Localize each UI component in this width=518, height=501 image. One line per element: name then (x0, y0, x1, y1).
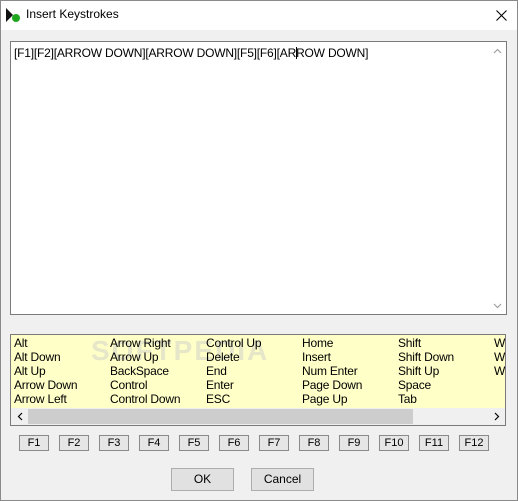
list-item[interactable] (491, 378, 505, 392)
cancel-button[interactable]: Cancel (251, 468, 314, 491)
list-item[interactable]: Control (107, 378, 203, 392)
f5-button[interactable]: F5 (179, 435, 209, 451)
f6-button[interactable]: F6 (219, 435, 249, 451)
list-item[interactable]: W (491, 364, 505, 378)
list-item[interactable]: Control Up (203, 336, 299, 350)
list-item[interactable]: Delete (203, 350, 299, 364)
scroll-right-arrow-icon[interactable] (488, 408, 505, 425)
editor-text-after-caret: ROW DOWN] (296, 46, 369, 60)
keylist-column-6: W W W (491, 336, 505, 406)
keystroke-editor[interactable]: [F1][F2][ARROW DOWN][ARROW DOWN][F5][F6]… (10, 41, 507, 315)
list-item[interactable]: Shift Up (395, 364, 491, 378)
keylist-column-3: Control Up Delete End Enter ESC (203, 336, 299, 406)
f12-button[interactable]: F12 (459, 435, 489, 451)
f7-button[interactable]: F7 (259, 435, 289, 451)
keylist-column-4: Home Insert Num Enter Page Down Page Up (299, 336, 395, 406)
editor-text-before-caret: [F1][F2][ARROW DOWN][ARROW DOWN][F5][F6]… (14, 46, 297, 60)
list-item[interactable]: Arrow Right (107, 336, 203, 350)
scroll-left-arrow-icon[interactable] (11, 408, 28, 425)
list-item[interactable] (491, 392, 505, 406)
f9-button[interactable]: F9 (339, 435, 369, 451)
scroll-up-arrow-icon[interactable] (489, 42, 506, 59)
editor-vertical-scrollbar[interactable] (489, 42, 506, 314)
list-item[interactable]: W (491, 336, 505, 350)
f2-button[interactable]: F2 (59, 435, 89, 451)
ok-button[interactable]: OK (171, 468, 234, 491)
list-item[interactable]: Insert (299, 350, 395, 364)
list-item[interactable]: Control Down (107, 392, 203, 406)
keystroke-list[interactable]: SOFTPEDIA Alt Alt Down Alt Up Arrow Down… (10, 334, 506, 426)
list-item[interactable]: Space (395, 378, 491, 392)
list-item[interactable]: Arrow Up (107, 350, 203, 364)
keylist-column-1: Alt Alt Down Alt Up Arrow Down Arrow Lef… (11, 336, 107, 406)
list-item[interactable]: ESC (203, 392, 299, 406)
f3-button[interactable]: F3 (99, 435, 129, 451)
list-item[interactable]: W (491, 350, 505, 364)
f1-button[interactable]: F1 (19, 435, 49, 451)
keylist-column-2: Arrow Right Arrow Up BackSpace Control C… (107, 336, 203, 406)
list-item[interactable]: Alt Down (11, 350, 107, 364)
list-item[interactable]: Arrow Left (11, 392, 107, 406)
editor-text: [F1][F2][ARROW DOWN][ARROW DOWN][F5][F6]… (14, 46, 368, 60)
play-circle-icon (5, 7, 21, 23)
list-item[interactable]: Alt (11, 336, 107, 350)
list-item[interactable]: Page Up (299, 392, 395, 406)
list-item[interactable]: Shift Down (395, 350, 491, 364)
insert-keystrokes-dialog: Insert Keystrokes [F1][F2][ARROW DOWN][A… (0, 0, 518, 501)
list-item[interactable]: Home (299, 336, 395, 350)
list-item[interactable]: BackSpace (107, 364, 203, 378)
scroll-down-arrow-icon[interactable] (489, 297, 506, 314)
list-item[interactable]: Num Enter (299, 364, 395, 378)
close-button[interactable] (485, 1, 517, 30)
list-item[interactable]: Shift (395, 336, 491, 350)
close-icon (495, 10, 507, 21)
list-item[interactable]: Page Down (299, 378, 395, 392)
keylist-horizontal-scrollbar[interactable] (11, 408, 505, 425)
keylist-column-5: Shift Shift Down Shift Up Space Tab (395, 336, 491, 406)
list-item[interactable]: Tab (395, 392, 491, 406)
scrollbar-thumb[interactable] (28, 409, 413, 424)
f8-button[interactable]: F8 (299, 435, 329, 451)
list-item[interactable]: Alt Up (11, 364, 107, 378)
list-item[interactable]: Arrow Down (11, 378, 107, 392)
list-item[interactable]: End (203, 364, 299, 378)
f10-button[interactable]: F10 (379, 435, 409, 451)
f11-button[interactable]: F11 (419, 435, 449, 451)
function-key-row: F1 F2 F3 F4 F5 F6 F7 F8 F9 F10 F11 F12 (19, 435, 499, 451)
f4-button[interactable]: F4 (139, 435, 169, 451)
window-title: Insert Keystrokes (26, 7, 119, 21)
list-item[interactable]: Enter (203, 378, 299, 392)
title-bar: Insert Keystrokes (1, 1, 517, 30)
